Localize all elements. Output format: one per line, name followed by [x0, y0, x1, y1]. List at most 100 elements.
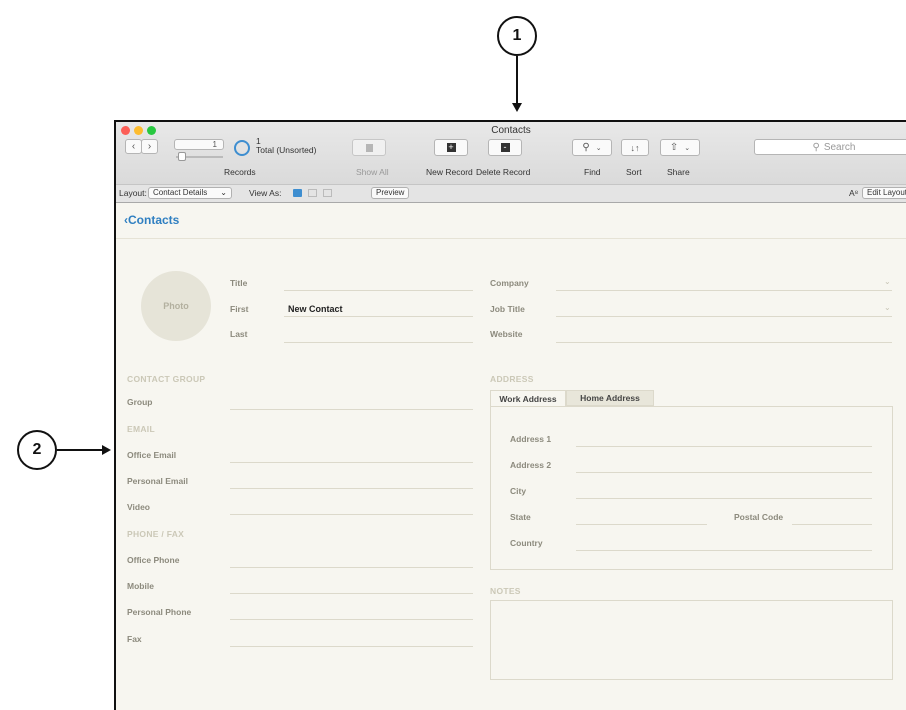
table-view-icon[interactable] — [323, 189, 332, 197]
previous-record-button[interactable]: ‹ — [125, 139, 142, 154]
sort-button[interactable]: ↓↑ — [621, 139, 649, 156]
preview-button[interactable]: Preview — [371, 187, 410, 199]
notes-heading: NOTES — [490, 586, 521, 596]
website-label: Website — [490, 329, 523, 339]
find-button[interactable]: ⚲ ⌄ — [572, 139, 612, 156]
form-view-icon[interactable] — [293, 189, 302, 197]
callout-2: 2 — [17, 430, 57, 470]
nav-bar: ‹Contacts — [116, 204, 906, 239]
title-label: Title — [230, 278, 248, 288]
country-field[interactable] — [576, 550, 872, 551]
record-slider-thumb[interactable] — [178, 152, 186, 161]
address1-label: Address 1 — [510, 434, 552, 444]
app-window: Contacts ‹ › 1 1 Total (Unsorted) Record… — [114, 120, 906, 710]
font-size-icon[interactable]: A⁸ — [849, 188, 858, 198]
address1-field[interactable] — [576, 446, 872, 447]
first-label: First — [230, 304, 249, 314]
share-button[interactable]: ⇧ ⌄ — [660, 139, 700, 156]
sort-icon: ↓↑ — [630, 142, 640, 153]
office-email-field[interactable] — [230, 462, 473, 463]
layout-label: Layout: — [119, 188, 147, 198]
personal-phone-field[interactable] — [230, 619, 473, 620]
state-field[interactable] — [576, 524, 707, 525]
window-title: Contacts — [491, 125, 531, 136]
address2-label: Address 2 — [510, 460, 552, 470]
video-field[interactable] — [230, 514, 473, 515]
postal-code-label: Postal Code — [734, 512, 784, 522]
email-heading: EMAIL — [127, 424, 155, 434]
job-title-field[interactable] — [556, 316, 892, 317]
personal-phone-label: Personal Phone — [127, 607, 192, 617]
photo-field[interactable]: Photo — [141, 271, 211, 341]
chevron-down-icon: ⌄ — [684, 144, 691, 152]
callout-1-arrowhead — [512, 103, 522, 112]
address2-field[interactable] — [576, 472, 872, 473]
state-label: State — [510, 512, 531, 522]
tab-work-address[interactable]: Work Address — [490, 390, 566, 406]
office-phone-label: Office Phone — [127, 555, 180, 565]
list-view-icon[interactable] — [308, 189, 317, 197]
records-label: Records — [224, 167, 256, 177]
phone-heading: PHONE / FAX — [127, 529, 185, 539]
callout-1: 1 — [497, 16, 537, 56]
show-all-icon — [365, 143, 373, 152]
back-button[interactable]: ‹Contacts — [124, 213, 179, 227]
title-field[interactable] — [284, 290, 473, 291]
search-icon: ⚲ — [812, 141, 820, 153]
tab-home-address[interactable]: Home Address — [566, 390, 654, 406]
first-field-value[interactable]: New Contact — [288, 304, 343, 314]
chevron-down-icon: ⌄ — [884, 303, 891, 312]
callout-2-arrowhead — [102, 445, 111, 455]
fax-field[interactable] — [230, 646, 473, 647]
search-icon: ⚲ — [582, 142, 590, 153]
group-field[interactable] — [230, 409, 473, 410]
personal-email-label: Personal Email — [127, 476, 188, 486]
job-title-label: Job Title — [490, 304, 525, 314]
share-icon: ⇧ — [669, 142, 679, 153]
address-heading: ADDRESS — [490, 374, 534, 384]
website-field[interactable] — [556, 342, 892, 343]
record-pie-icon — [234, 140, 250, 156]
city-field[interactable] — [576, 498, 872, 499]
next-record-button[interactable]: › — [141, 139, 158, 154]
delete-record-label: Delete Record — [476, 167, 531, 177]
show-all-button[interactable] — [352, 139, 386, 156]
postal-code-field[interactable] — [792, 524, 872, 525]
layout-bar: Layout: Contact Details ⌄ View As: Previe… — [116, 184, 906, 202]
company-field[interactable] — [556, 290, 892, 291]
callout-2-line — [57, 449, 103, 451]
chevron-down-icon: ⌄ — [884, 277, 891, 286]
office-email-label: Office Email — [127, 450, 177, 460]
callout-1-line — [516, 56, 518, 104]
sort-label: Sort — [626, 167, 642, 177]
mobile-field[interactable] — [230, 593, 473, 594]
chevron-left-icon: ‹ — [131, 141, 136, 152]
contact-group-heading: CONTACT GROUP — [127, 374, 206, 384]
last-label: Last — [230, 329, 248, 339]
record-number-field[interactable]: 1 — [174, 139, 224, 150]
minus-icon: - — [500, 143, 510, 152]
edit-layout-button[interactable]: Edit Layout — [862, 187, 906, 199]
city-label: City — [510, 486, 527, 496]
notes-field[interactable] — [490, 600, 893, 680]
last-field[interactable] — [284, 342, 473, 343]
layout-select[interactable]: Contact Details ⌄ — [148, 187, 232, 199]
chevron-down-icon: ⌄ — [220, 188, 227, 197]
mobile-label: Mobile — [127, 581, 154, 591]
company-label: Company — [490, 278, 529, 288]
delete-record-button[interactable]: - — [488, 139, 522, 156]
find-label: Find — [584, 167, 601, 177]
office-phone-field[interactable] — [230, 567, 473, 568]
first-field[interactable] — [284, 316, 473, 317]
plus-icon: + — [446, 142, 456, 152]
new-record-label: New Record — [426, 167, 473, 177]
search-field[interactable]: ⚲ Search — [754, 139, 906, 155]
contact-layout: ‹Contacts Photo Title First New Contact … — [116, 204, 906, 710]
share-label: Share — [667, 167, 690, 177]
address-panel — [490, 406, 893, 570]
personal-email-field[interactable] — [230, 488, 473, 489]
new-record-button[interactable]: + — [434, 139, 468, 156]
fax-label: Fax — [127, 634, 142, 644]
chevron-down-icon: ⌄ — [595, 144, 602, 152]
total-label: Total (Unsorted) — [256, 145, 317, 155]
